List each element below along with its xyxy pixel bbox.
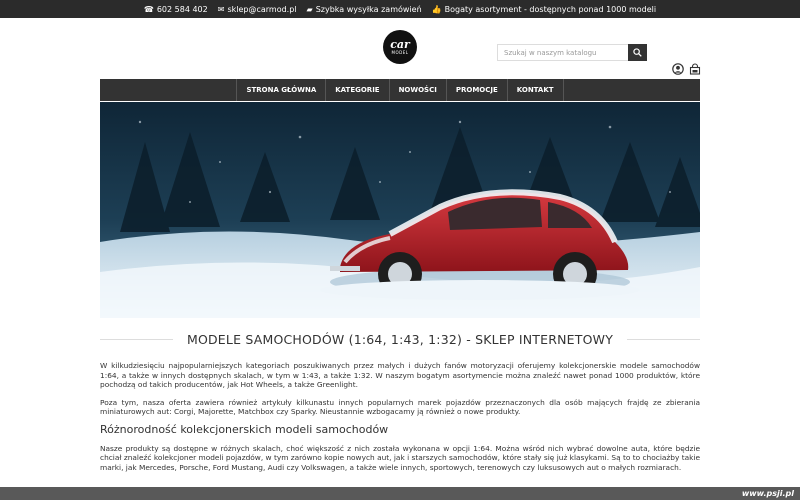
nav-item-new[interactable]: NOWOŚCI xyxy=(390,79,447,101)
assortment-text: Bogaty asortyment - dostępnych ponad 100… xyxy=(444,4,657,14)
main-content: W kilkudziesięciu najpopularniejszych ka… xyxy=(100,361,700,480)
intro-paragraph: W kilkudziesięciu najpopularniejszych ka… xyxy=(100,361,700,390)
hero-banner[interactable] xyxy=(100,102,700,318)
title-divider-right xyxy=(627,338,700,340)
email-info[interactable]: ✉ sklep@carmod.pl xyxy=(218,5,297,14)
logo-text: car xyxy=(390,38,410,51)
cart-icon[interactable] xyxy=(689,63,701,75)
logo[interactable]: car MODEL xyxy=(383,30,417,64)
assortment-info: 👍 Bogaty asortyment - dostępnych ponad 1… xyxy=(432,5,656,14)
nav-item-home[interactable]: STRONA GŁÓWNA xyxy=(236,79,327,101)
search-button[interactable] xyxy=(628,44,647,61)
nav-item-promotions[interactable]: PROMOCJE xyxy=(447,79,508,101)
logo-subtext: MODEL xyxy=(391,50,409,55)
thumbs-up-icon: 👍 xyxy=(431,4,442,14)
search-form xyxy=(497,44,647,61)
nav-item-contact[interactable]: KONTAKT xyxy=(508,79,564,101)
shipping-text: Szybka wysyłka zamówień xyxy=(315,4,422,14)
page-title-wrap: MODELE SAMOCHODÓW (1:64, 1:43, 1:32) - S… xyxy=(100,329,700,349)
top-info-bar: ☎ 602 584 402 ✉ sklep@carmod.pl ▰ Szybka… xyxy=(0,0,800,18)
phone-icon: ☎ xyxy=(143,4,154,14)
envelope-icon: ✉ xyxy=(217,4,225,14)
truck-icon: ▰ xyxy=(306,4,313,14)
hero-image xyxy=(100,102,700,318)
user-icon[interactable] xyxy=(672,63,684,75)
watermark: www.psji.pl xyxy=(0,487,800,500)
search-input[interactable] xyxy=(497,44,628,61)
header: car MODEL xyxy=(0,18,800,78)
email-address: sklep@carmod.pl xyxy=(227,4,297,14)
page-title: MODELE SAMOCHODÓW (1:64, 1:43, 1:32) - S… xyxy=(186,331,614,347)
brands-paragraph: Poza tym, nasza oferta zawiera również a… xyxy=(100,397,700,417)
phone-number: 602 584 402 xyxy=(156,4,208,14)
phone-info[interactable]: ☎ 602 584 402 xyxy=(144,5,208,14)
shipping-info: ▰ Szybka wysyłka zamówień xyxy=(307,5,422,14)
nav-item-categories[interactable]: KATEGORIE xyxy=(326,79,390,101)
search-icon xyxy=(633,48,642,57)
section-heading: Różnorodność kolekcjonerskich modeli sam… xyxy=(100,422,389,436)
main-nav: STRONA GŁÓWNA KATEGORIE NOWOŚCI PROMOCJE… xyxy=(100,79,700,101)
scales-paragraph: Nasze produkty są dostępne w różnych ska… xyxy=(100,443,701,472)
title-divider-left xyxy=(100,338,173,340)
